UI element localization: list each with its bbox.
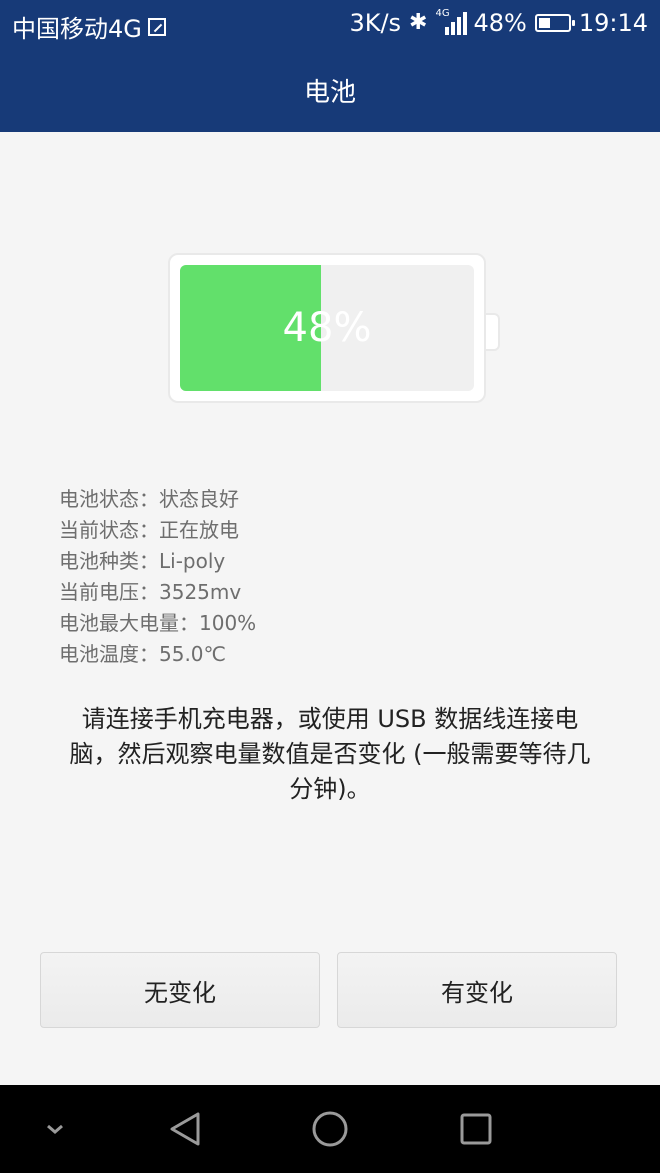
no-change-button[interactable]: 无变化: [40, 952, 320, 1028]
status-bar-left: 中国移动4G: [12, 9, 166, 44]
battery-info-list: 电池状态： 状态良好 当前状态： 正在放电 电池种类： Li-poly 当前电压…: [59, 484, 256, 670]
battery-body: 48%: [180, 265, 474, 391]
info-value: 100%: [199, 611, 257, 635]
carrier-label: 中国移动4G: [12, 15, 142, 43]
page-title: 电池: [303, 77, 356, 108]
status-bar-right: 3K/s ✱ 4G 48% 19:14: [349, 8, 648, 37]
navigation-bar: [0, 1085, 660, 1173]
info-label: 电池最大电量：: [59, 611, 199, 635]
edit-icon: [147, 17, 166, 36]
signal-type-label: 4G: [435, 8, 450, 19]
home-icon[interactable]: [300, 1085, 360, 1173]
recents-icon[interactable]: [446, 1085, 506, 1173]
chevron-down-icon[interactable]: [30, 1085, 80, 1173]
back-icon[interactable]: [155, 1085, 215, 1173]
info-label: 电池种类：: [59, 549, 159, 573]
battery-percent-label: 48%: [473, 9, 527, 37]
instruction-text: 请连接手机充电器，或使用 USB 数据线连接电脑，然后观察电量数值是否变化 (一…: [69, 705, 591, 803]
status-bar: 中国移动4G 3K/s ✱ 4G 48% 19:14: [0, 0, 660, 48]
info-voltage: 当前电压： 3525mv: [59, 577, 256, 608]
info-label: 电池状态：: [59, 487, 159, 511]
battery-level-label: 48%: [282, 305, 372, 351]
signal-icon: 4G: [435, 8, 468, 35]
changed-button[interactable]: 有变化: [337, 952, 617, 1028]
info-value: Li-poly: [159, 549, 226, 573]
info-value: 3525mv: [159, 580, 242, 604]
battery-graphic: 48%: [168, 253, 500, 403]
info-battery-type: 电池种类： Li-poly: [59, 546, 256, 577]
screen: 中国移动4G 3K/s ✱ 4G 48% 19:14 电池 48% 电池状态： …: [0, 0, 660, 1173]
info-label: 当前电压：: [59, 580, 159, 604]
info-value: 正在放电: [159, 518, 239, 542]
info-label: 当前状态：: [59, 518, 159, 542]
app-bar: 电池: [0, 48, 660, 132]
battery-icon: [534, 14, 575, 32]
info-value: 状态良好: [159, 487, 239, 511]
info-max-capacity: 电池最大电量： 100%: [59, 608, 256, 639]
clock: 19:14: [578, 9, 648, 37]
info-value: 55.0℃: [159, 642, 226, 666]
info-temperature: 电池温度： 55.0℃: [59, 639, 256, 670]
bluetooth-icon: ✱: [409, 10, 428, 35]
info-label: 电池温度：: [59, 642, 159, 666]
battery-terminal: [486, 313, 500, 351]
info-current-status: 当前状态： 正在放电: [59, 515, 256, 546]
info-battery-health: 电池状态： 状态良好: [59, 484, 256, 515]
network-speed: 3K/s: [349, 9, 402, 37]
